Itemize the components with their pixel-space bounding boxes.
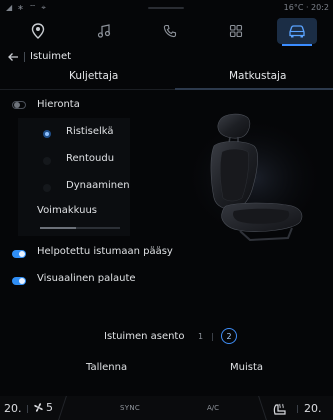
ac-button[interactable]: A/C xyxy=(207,404,219,412)
music-icon xyxy=(97,24,111,38)
fan-control[interactable]: 5 xyxy=(33,401,53,414)
massage-label: Hieronta xyxy=(37,99,80,110)
nav-active-indicator xyxy=(282,44,312,46)
main-nav xyxy=(0,16,333,46)
climate-separator xyxy=(297,405,298,413)
intensity-label: Voimakkuus xyxy=(37,205,97,216)
navigation-icon xyxy=(31,23,45,39)
toggle-knob xyxy=(14,102,20,108)
seat-heat-icon[interactable] xyxy=(272,402,288,416)
signal-icon: ◢ xyxy=(6,3,13,12)
phone-icon xyxy=(163,24,177,38)
nav-navigation[interactable] xyxy=(18,18,58,44)
location-icon: ⌖ xyxy=(41,3,46,12)
intensity-slider-fill xyxy=(40,227,76,229)
status-icons: ◢ ∗ ⌔ ⌖ xyxy=(6,3,46,13)
toggle-knob xyxy=(19,251,25,257)
apps-icon xyxy=(229,24,243,38)
nav-music[interactable] xyxy=(84,18,124,44)
massage-option-radio-selected[interactable] xyxy=(43,130,51,138)
climate-divider xyxy=(58,396,67,420)
bluetooth-icon: ∗ xyxy=(17,3,24,12)
seat-illustration xyxy=(184,113,324,242)
car-icon xyxy=(289,25,305,38)
sync-button[interactable]: SYNC xyxy=(120,404,140,412)
seat-position-2-button[interactable]: 2 xyxy=(221,328,237,344)
nav-vehicle[interactable] xyxy=(277,18,317,44)
temperature-right[interactable]: 20. xyxy=(304,402,322,415)
nav-phone[interactable] xyxy=(150,18,190,44)
climate-separator xyxy=(27,405,28,413)
tab-active-indicator xyxy=(175,88,333,90)
visual-feedback-toggle[interactable] xyxy=(12,277,26,285)
climate-divider xyxy=(258,396,267,420)
recall-button[interactable]: Muista xyxy=(230,362,263,373)
massage-option-dynamic[interactable]: Dynaaminen xyxy=(66,180,130,191)
climate-bar: 20. 5 SYNC A/C 20. xyxy=(0,396,333,420)
seat-position-1-button[interactable]: 1 xyxy=(198,332,203,341)
back-arrow-icon[interactable] xyxy=(6,50,20,64)
easy-access-label: Helpotettu istumaan pääsy xyxy=(37,246,173,257)
status-handle xyxy=(148,7,184,9)
seat-tabs: Kuljettaja Matkustaja xyxy=(0,66,333,90)
massage-option-lumbar[interactable]: Ristiselkä xyxy=(66,126,114,137)
tab-driver[interactable]: Kuljettaja xyxy=(69,70,118,82)
massage-toggle[interactable] xyxy=(12,101,26,109)
seat-position-separator xyxy=(212,333,213,341)
fan-level: 5 xyxy=(46,401,53,414)
visual-feedback-label: Visuaalinen palaute xyxy=(37,273,136,284)
toggle-knob xyxy=(19,278,25,284)
save-button[interactable]: Tallenna xyxy=(86,362,127,373)
seat-position-label: Istuimen asento xyxy=(104,331,185,342)
massage-option-relax[interactable]: Rentoudu xyxy=(66,153,114,164)
nav-apps[interactable] xyxy=(216,18,256,44)
easy-access-toggle[interactable] xyxy=(12,250,26,258)
tab-passenger[interactable]: Matkustaja xyxy=(229,70,286,82)
fan-icon xyxy=(34,403,43,412)
temperature-left[interactable]: 20. xyxy=(4,402,22,415)
massage-option-radio[interactable] xyxy=(43,157,51,165)
wifi-icon: ⌔ xyxy=(28,3,37,12)
status-bar: ◢ ∗ ⌔ ⌖ 16°C · 20:2 xyxy=(0,0,333,16)
status-temp-time: 16°C · 20:2 xyxy=(283,3,329,12)
page-title: Istuimet xyxy=(30,51,72,62)
header-separator xyxy=(24,52,25,62)
page-header: Istuimet xyxy=(0,48,333,66)
massage-option-radio[interactable] xyxy=(43,184,51,192)
